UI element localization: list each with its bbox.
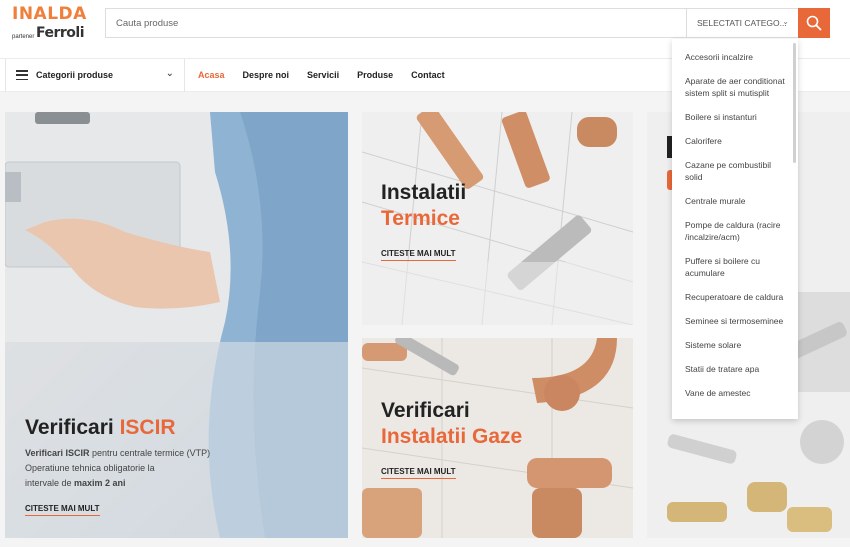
dropdown-item[interactable]: Sisteme solare	[672, 333, 798, 357]
nav-link-acasa[interactable]: Acasa	[198, 70, 225, 80]
iscir-desc-line2: Operatiune tehnica obligatorie la	[25, 463, 155, 473]
hamburger-icon	[16, 70, 28, 81]
dropdown-item[interactable]: Recuperatoare de caldura	[672, 285, 798, 309]
nav-link-despre-noi[interactable]: Despre noi	[243, 70, 290, 80]
iscir-banner[interactable]: Verificari ISCIR Verificari ISCIR pentru…	[5, 112, 348, 538]
dropdown-item[interactable]: Centrale murale	[672, 189, 798, 213]
category-dropdown: Accesorii incalzire Aparate de aer condi…	[672, 39, 798, 419]
dropdown-item[interactable]: Puffere si boilere cu acumulare	[672, 249, 798, 285]
dropdown-item[interactable]: Cazane pe combustibil solid	[672, 153, 798, 189]
instalatii-gaze-banner[interactable]: Verificari Instalatii Gaze CITESTE MAI M…	[362, 338, 633, 538]
chevron-down-icon: ⌄	[165, 68, 174, 79]
gaze-title-main: Verificari	[381, 399, 470, 422]
gaze-title-accent: Instalatii Gaze	[381, 425, 523, 449]
termice-title: Instalatii Termice	[381, 180, 466, 233]
nav-link-servicii[interactable]: Servicii	[307, 70, 339, 80]
brand-name: INALDA	[12, 4, 87, 24]
dropdown-scrollbar[interactable]	[793, 43, 796, 163]
search-button[interactable]	[798, 8, 830, 38]
termice-title-accent: Termice	[381, 207, 460, 231]
iscir-title: Verificari ISCIR	[25, 415, 176, 441]
categories-menu-button[interactable]: Categorii produse ⌄	[5, 59, 185, 92]
chevron-down-icon: ⌄	[782, 17, 789, 26]
dropdown-item[interactable]: Accesorii incalzire	[672, 39, 798, 69]
instalatii-termice-banner[interactable]: Instalatii Termice CITESTE MAI MULT	[362, 112, 633, 325]
dropdown-item[interactable]: Vane de amestec	[672, 381, 798, 405]
dropdown-item[interactable]: Seminee si termoseminee	[672, 309, 798, 333]
gaze-title: Verificari Instalatii Gaze	[381, 398, 522, 451]
logo[interactable]: INALDA partener Ferroli	[10, 4, 90, 44]
dropdown-item[interactable]: Aparate de aer conditionat sistem split …	[672, 69, 798, 105]
category-select[interactable]: SELECTATI CATEGO... ⌄	[686, 9, 798, 37]
partner-prefix: partener	[12, 34, 35, 40]
nav-link-produse[interactable]: Produse	[357, 70, 393, 80]
iscir-desc-bold: Verificari ISCIR	[25, 448, 90, 458]
search-bar: SELECTATI CATEGO... ⌄	[105, 8, 830, 38]
nav-link-contact[interactable]: Contact	[411, 70, 445, 80]
partner-name: Ferroli	[36, 25, 85, 41]
iscir-desc-line3: intervale de	[25, 478, 75, 488]
termice-read-more-link[interactable]: CITESTE MAI MULT	[381, 249, 456, 261]
dropdown-item[interactable]: Calorifere	[672, 129, 798, 153]
category-select-label: SELECTATI CATEGO...	[697, 18, 787, 28]
dropdown-item[interactable]: Boilere si instanturi	[672, 105, 798, 129]
search-input[interactable]	[106, 9, 686, 37]
dropdown-item[interactable]: Statii de tratare apa	[672, 357, 798, 381]
iscir-desc-line3-bold: maxim 2 ani	[74, 478, 126, 488]
categories-menu-label: Categorii produse	[36, 70, 114, 80]
iscir-description: Verificari ISCIR pentru centrale termice…	[25, 446, 210, 491]
gaze-read-more-link[interactable]: CITESTE MAI MULT	[381, 467, 456, 479]
iscir-title-main: Verificari	[25, 416, 114, 439]
iscir-title-accent: ISCIR	[119, 416, 176, 439]
search-icon	[806, 15, 822, 31]
iscir-desc-line1: pentru centrale termice (VTP)	[89, 448, 211, 458]
iscir-read-more-link[interactable]: CITESTE MAI MULT	[25, 504, 100, 516]
termice-title-main: Instalatii	[381, 181, 467, 204]
dropdown-item[interactable]: Pompe de caldura (racire /incalzire/acm)	[672, 213, 798, 249]
nav-links: Acasa Despre noi Servicii Produse Contac…	[198, 70, 445, 80]
